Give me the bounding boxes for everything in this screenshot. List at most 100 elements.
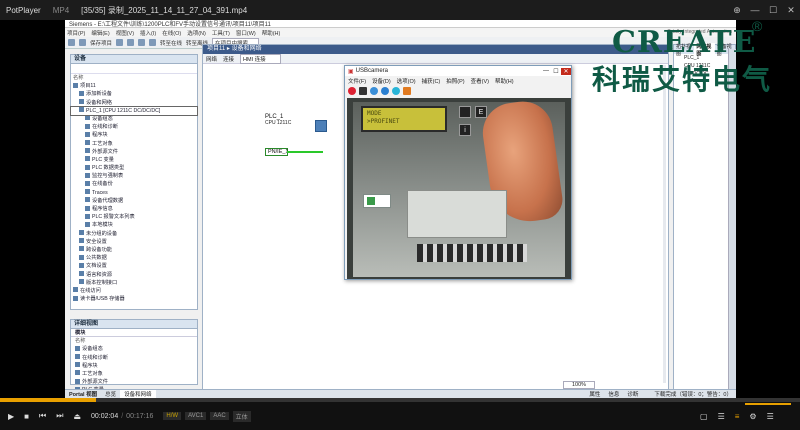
tree-item[interactable]: 设备和网络 bbox=[71, 99, 197, 107]
detail-tab-modules[interactable]: 模块 bbox=[71, 329, 197, 338]
tree-item[interactable]: PLC 变量 bbox=[71, 156, 197, 164]
tree-item[interactable]: 监控与强制表 bbox=[71, 172, 197, 180]
camera-maximize-icon[interactable]: ☐ bbox=[551, 68, 561, 75]
camera-minimize-icon[interactable]: — bbox=[541, 68, 551, 75]
user-icon[interactable] bbox=[403, 87, 411, 95]
camera-menu-item[interactable]: 查看(V) bbox=[471, 77, 489, 85]
menu-item[interactable]: 选项(N) bbox=[187, 29, 206, 37]
tree-item[interactable]: PLC 数据类型 bbox=[71, 164, 197, 172]
menu-icon[interactable]: ☰ bbox=[767, 412, 774, 421]
properties-tab[interactable]: 属性 bbox=[585, 390, 604, 398]
maximize-icon[interactable]: ☐ bbox=[764, 5, 782, 16]
tree-item[interactable]: PLC_1 [CPU 1211C DC/DC/DC] bbox=[70, 105, 198, 116]
stop-icon[interactable]: ■ bbox=[24, 412, 29, 421]
zoom-icon[interactable] bbox=[381, 87, 389, 95]
devices-networks-tab[interactable]: 设备和网络 bbox=[120, 390, 156, 398]
tree-item[interactable]: 文档设置 bbox=[71, 262, 197, 270]
tree-item[interactable]: 语言和资源 bbox=[71, 271, 197, 279]
play-icon[interactable]: ▶ bbox=[8, 412, 14, 421]
snapshot-icon[interactable] bbox=[359, 87, 367, 95]
camera-menu-item[interactable]: 选项(O) bbox=[397, 77, 416, 85]
tree-item[interactable]: 添加新设备 bbox=[71, 90, 197, 98]
tree-item[interactable]: 在线和诊断 bbox=[71, 123, 197, 131]
subtitle-icon[interactable]: ☰ bbox=[718, 412, 725, 421]
detail-item[interactable]: 程序块 bbox=[71, 362, 197, 370]
settings-icon[interactable]: ⚙ bbox=[749, 412, 756, 421]
tree-item[interactable]: 在线访问 bbox=[71, 287, 197, 295]
tree-item[interactable]: 版本控制接口 bbox=[71, 279, 197, 287]
detail-item[interactable]: 设备组态 bbox=[71, 345, 197, 353]
tree-item[interactable]: 设备组态 bbox=[71, 115, 197, 123]
codec-badge[interactable]: AVC1 bbox=[185, 412, 207, 420]
task-card-strip[interactable] bbox=[728, 49, 736, 389]
record-icon[interactable] bbox=[348, 87, 356, 95]
settings-icon[interactable] bbox=[370, 87, 378, 95]
pn-ie-label[interactable]: PN/IE_1 bbox=[265, 148, 288, 156]
detail-item[interactable]: 工艺对象 bbox=[71, 370, 197, 378]
vr-icon[interactable]: ▢ bbox=[700, 412, 708, 421]
menu-item[interactable]: 在线(O) bbox=[162, 29, 181, 37]
connections-button[interactable]: 连接 bbox=[223, 55, 234, 63]
network-button[interactable]: 网络 bbox=[206, 55, 217, 63]
camera-menu-item[interactable]: 设备(D) bbox=[372, 77, 391, 85]
close-icon[interactable]: ✕ bbox=[782, 5, 800, 16]
zoom-select[interactable]: 100% bbox=[563, 381, 596, 389]
tree-item[interactable]: 程序信息 bbox=[71, 205, 197, 213]
tree-item[interactable]: PLC 报警文本列表 bbox=[71, 213, 197, 221]
overview-tab[interactable]: 总览 bbox=[101, 390, 120, 398]
camera-close-icon[interactable]: ✕ bbox=[561, 67, 571, 75]
app-name[interactable]: PotPlayer bbox=[0, 6, 47, 15]
tree-item[interactable]: 在线备份 bbox=[71, 180, 197, 188]
save-project-button[interactable]: 保存项目 bbox=[90, 39, 112, 47]
camera-menu-item[interactable]: 文件(F) bbox=[348, 77, 366, 85]
refresh-icon[interactable] bbox=[392, 87, 400, 95]
menu-item[interactable]: 视图(V) bbox=[116, 29, 134, 37]
minimize-icon[interactable]: — bbox=[746, 5, 764, 16]
portal-view-tab[interactable]: Portal 视图 bbox=[65, 390, 101, 398]
open-icon[interactable] bbox=[79, 39, 86, 46]
menu-item[interactable]: 帮助(H) bbox=[262, 29, 281, 37]
menu-item[interactable]: 插入(I) bbox=[140, 29, 156, 37]
tree-item[interactable]: 本地模块 bbox=[71, 221, 197, 229]
menu-item[interactable]: 项目(P) bbox=[67, 29, 85, 37]
playlist-icon[interactable]: ≡ bbox=[735, 412, 740, 421]
next-icon[interactable]: ⏭ bbox=[56, 411, 63, 421]
detail-item[interactable]: 外部源文件 bbox=[71, 378, 197, 386]
download-icon[interactable] bbox=[149, 39, 157, 46]
diagnostics-tab[interactable]: 诊断 bbox=[623, 390, 642, 398]
tree-item[interactable]: 外部源文件 bbox=[71, 148, 197, 156]
tree-item[interactable]: 跨设备功能 bbox=[71, 246, 197, 254]
redo-icon[interactable] bbox=[127, 39, 135, 46]
tree-item[interactable]: 项目11 bbox=[71, 82, 197, 90]
tree-item[interactable]: 设备代理数据 bbox=[71, 197, 197, 205]
seek-bar[interactable] bbox=[0, 398, 800, 402]
camera-menu-item[interactable]: 帮助(H) bbox=[495, 77, 514, 85]
plc-device[interactable]: PLC_1 CPU 1211C bbox=[265, 114, 327, 150]
vertical-scrollbar[interactable] bbox=[663, 65, 666, 383]
pin-icon[interactable]: ⊕ bbox=[728, 5, 746, 16]
eject-icon[interactable]: ⏏ bbox=[73, 412, 81, 421]
go-online-button[interactable]: 转至在线 bbox=[160, 39, 182, 47]
audio-badge[interactable]: AAC bbox=[210, 412, 229, 420]
stereo-badge[interactable]: 立体 bbox=[232, 410, 251, 422]
undo-icon[interactable] bbox=[116, 39, 124, 46]
camera-menu-item[interactable]: 拍照(P) bbox=[446, 77, 464, 85]
tree-item[interactable]: 程序块 bbox=[71, 131, 197, 139]
camera-menu-item[interactable]: 捕获(C) bbox=[422, 77, 441, 85]
hmi-connection-select[interactable]: HMI 连接 bbox=[240, 53, 281, 64]
menu-item[interactable]: 窗口(W) bbox=[236, 29, 256, 37]
tree-item[interactable]: 工艺对象 bbox=[71, 140, 197, 148]
volume-slider[interactable] bbox=[745, 403, 791, 405]
tree-item[interactable]: 安全设置 bbox=[71, 238, 197, 246]
detail-item[interactable]: 在线和诊断 bbox=[71, 354, 197, 362]
tree-item[interactable]: 未分组的设备 bbox=[71, 230, 197, 238]
tree-item[interactable]: 读卡器/USB 存储器 bbox=[71, 295, 197, 303]
tree-item[interactable]: 公共数据 bbox=[71, 254, 197, 262]
hw-badge[interactable]: H/W bbox=[163, 412, 182, 420]
tree-item[interactable]: Traces bbox=[71, 189, 197, 197]
menu-item[interactable]: 工具(T) bbox=[212, 29, 230, 37]
new-icon[interactable] bbox=[68, 39, 75, 46]
compile-icon[interactable] bbox=[138, 39, 146, 46]
menu-item[interactable]: 编辑(E) bbox=[91, 29, 109, 37]
info-tab[interactable]: 信息 bbox=[604, 390, 623, 398]
